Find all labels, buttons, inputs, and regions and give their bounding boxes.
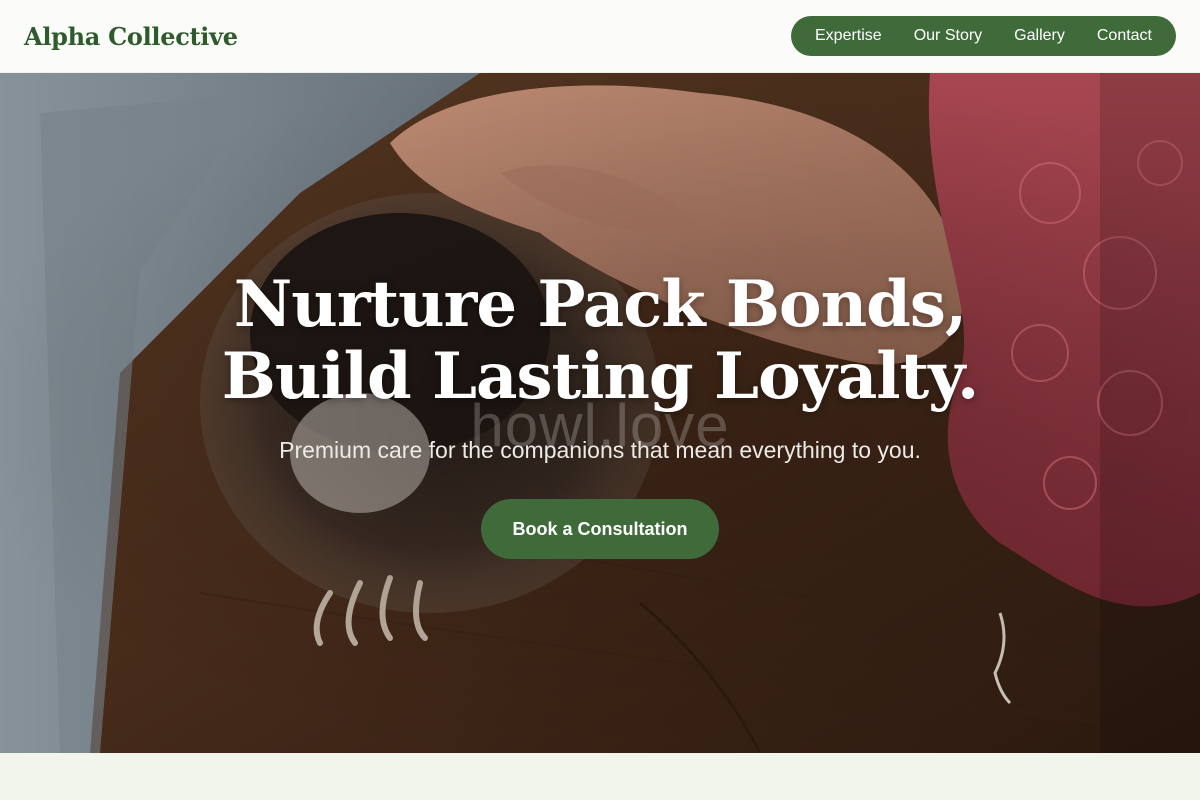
nav-link-expertise[interactable]: Expertise (799, 27, 898, 45)
hero-headline-line-1: Nurture Pack Bonds, (233, 267, 967, 342)
nav-link-our-story[interactable]: Our Story (898, 27, 998, 45)
book-consultation-button[interactable]: Book a Consultation (481, 499, 719, 559)
main-nav: Expertise Our Story Gallery Contact (791, 16, 1176, 56)
hero-subtitle: Premium care for the companions that mea… (279, 437, 921, 463)
next-section (0, 753, 1200, 800)
site-header: Alpha Collective Expertise Our Story Gal… (0, 0, 1200, 73)
hero-headline-line-2: Build Lasting Loyalty. (221, 339, 980, 414)
brand-logo[interactable]: Alpha Collective (24, 22, 238, 51)
hero-section: howl.love Nurture Pack Bonds, Build Last… (0, 73, 1200, 753)
hero-headline: Nurture Pack Bonds, Build Lasting Loyalt… (0, 269, 1200, 413)
nav-link-contact[interactable]: Contact (1081, 27, 1168, 45)
nav-link-gallery[interactable]: Gallery (998, 27, 1081, 45)
